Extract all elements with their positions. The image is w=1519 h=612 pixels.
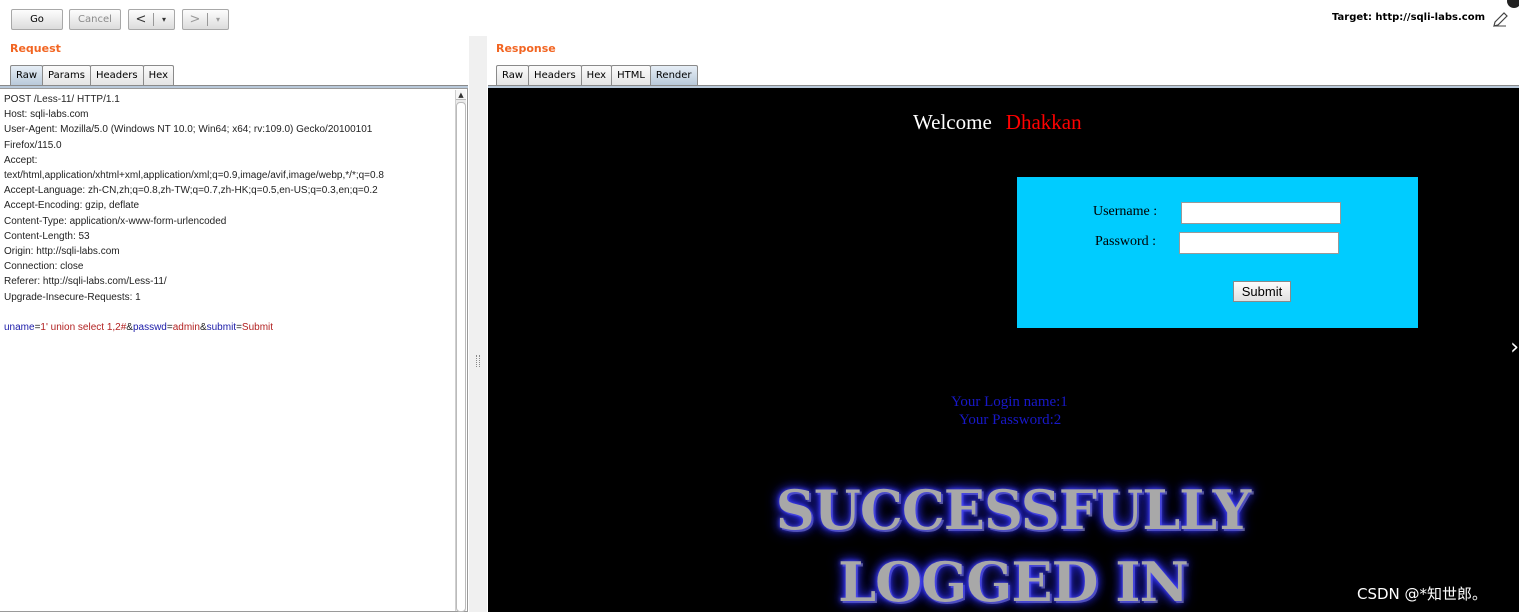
password-text: Your Password:2: [959, 412, 1062, 428]
request-text[interactable]: POST /Less-11/ HTTP/1.1 Host: sqli-labs.c…: [4, 92, 454, 335]
forward-button[interactable]: > ▾: [182, 9, 229, 30]
tab-html[interactable]: HTML: [611, 65, 651, 85]
tab-hex[interactable]: Hex: [142, 65, 174, 85]
request-line: Content-Length: 53: [4, 230, 90, 242]
watermark: CSDN @*知世郎。: [1357, 585, 1488, 603]
welcome-name: Dhakkan: [1005, 110, 1082, 134]
request-title: Request: [10, 42, 61, 55]
password-field[interactable]: [1179, 232, 1339, 254]
vertical-scrollbar[interactable]: ▲: [455, 90, 466, 612]
go-button[interactable]: Go: [11, 9, 63, 30]
welcome-text: Welcome: [913, 110, 992, 134]
tab-raw[interactable]: Raw: [10, 65, 44, 85]
request-line: Referer: http://sqli-labs.com/Less-11/: [4, 276, 167, 288]
back-arrow-icon: <: [135, 12, 147, 27]
request-editor[interactable]: POST /Less-11/ HTTP/1.1 Host: sqli-labs.c…: [0, 88, 468, 612]
param-value: 1' union select 1,2#: [40, 322, 127, 334]
close-icon[interactable]: [1507, 0, 1519, 8]
success-banner: SUCCESSFULLY LOGGED IN: [718, 474, 1308, 612]
target-label: Target: http://sqli-labs.com: [1332, 12, 1485, 23]
param-name: uname: [4, 322, 35, 334]
submit-button[interactable]: Submit: [1233, 281, 1291, 302]
password-label: Password :: [1095, 234, 1157, 249]
param-value: Submit: [241, 322, 274, 334]
tab-headers[interactable]: Headers: [528, 65, 582, 85]
response-title: Response: [496, 42, 556, 55]
forward-arrow-icon: >: [189, 12, 201, 27]
cancel-button[interactable]: Cancel: [69, 9, 121, 30]
request-body-line: uname=1' union select 1,2#&passwd=admin&…: [4, 322, 274, 334]
request-line: Accept-Encoding: gzip, deflate: [4, 200, 140, 212]
chevron-down-icon[interactable]: ▾: [154, 15, 174, 24]
chevron-down-icon[interactable]: ▾: [208, 15, 228, 24]
tab-raw[interactable]: Raw: [496, 65, 530, 85]
request-line: Host: sqli-labs.com: [4, 109, 89, 121]
scroll-thumb[interactable]: [456, 102, 466, 612]
request-line: Upgrade-Insecure-Requests: 1: [4, 291, 141, 303]
splitter-grip-icon[interactable]: [476, 355, 480, 367]
scroll-up-icon[interactable]: ▲: [456, 90, 466, 100]
param-value: admin: [172, 322, 200, 334]
request-line: Accept-Language: zh-CN,zh;q=0.8,zh-TW;q=…: [4, 185, 378, 197]
tab-hex[interactable]: Hex: [580, 65, 613, 85]
request-line: Connection: close: [4, 261, 84, 273]
username-field[interactable]: [1181, 202, 1341, 224]
request-line: User-Agent: Mozilla/5.0 (Windows NT 10.0…: [4, 124, 373, 136]
pencil-icon[interactable]: [1491, 9, 1511, 29]
back-button[interactable]: < ▾: [128, 9, 175, 30]
banner-line: LOGGED IN: [838, 550, 1189, 612]
tab-render[interactable]: Render: [649, 65, 698, 85]
request-line: POST /Less-11/ HTTP/1.1: [4, 94, 120, 105]
response-tabs: Raw Headers Hex HTML Render: [496, 65, 698, 85]
tab-headers[interactable]: Headers: [89, 65, 144, 85]
request-line: Origin: http://sqli-labs.com: [4, 246, 120, 258]
welcome-heading: Welcome Dhakkan: [913, 110, 1082, 135]
login-name-text: Your Login name:1: [951, 394, 1068, 410]
banner-line: SUCCESSFULLY: [775, 478, 1251, 542]
param-name: submit: [206, 322, 237, 334]
tab-params[interactable]: Params: [42, 65, 91, 85]
panel-splitter[interactable]: [469, 36, 487, 612]
request-tabs: Raw Params Headers Hex: [10, 65, 174, 85]
request-line: Content-Type: application/x-www-form-url…: [4, 215, 227, 227]
chevron-right-icon[interactable]: ›: [1510, 335, 1519, 360]
toolbar: Go Cancel < ▾ > ▾ Target: http://sqli-la…: [0, 0, 1519, 36]
request-line: Firefox/115.0: [4, 139, 62, 151]
rendered-response: Welcome Dhakkan Username : Password : Sub…: [488, 88, 1519, 612]
username-label: Username :: [1093, 204, 1158, 219]
request-line: Accept:: [4, 154, 38, 166]
request-line: text/html,application/xhtml+xml,applicat…: [4, 170, 384, 182]
param-name: passwd: [132, 322, 167, 334]
login-form: Username : Password : Submit: [1017, 177, 1418, 328]
